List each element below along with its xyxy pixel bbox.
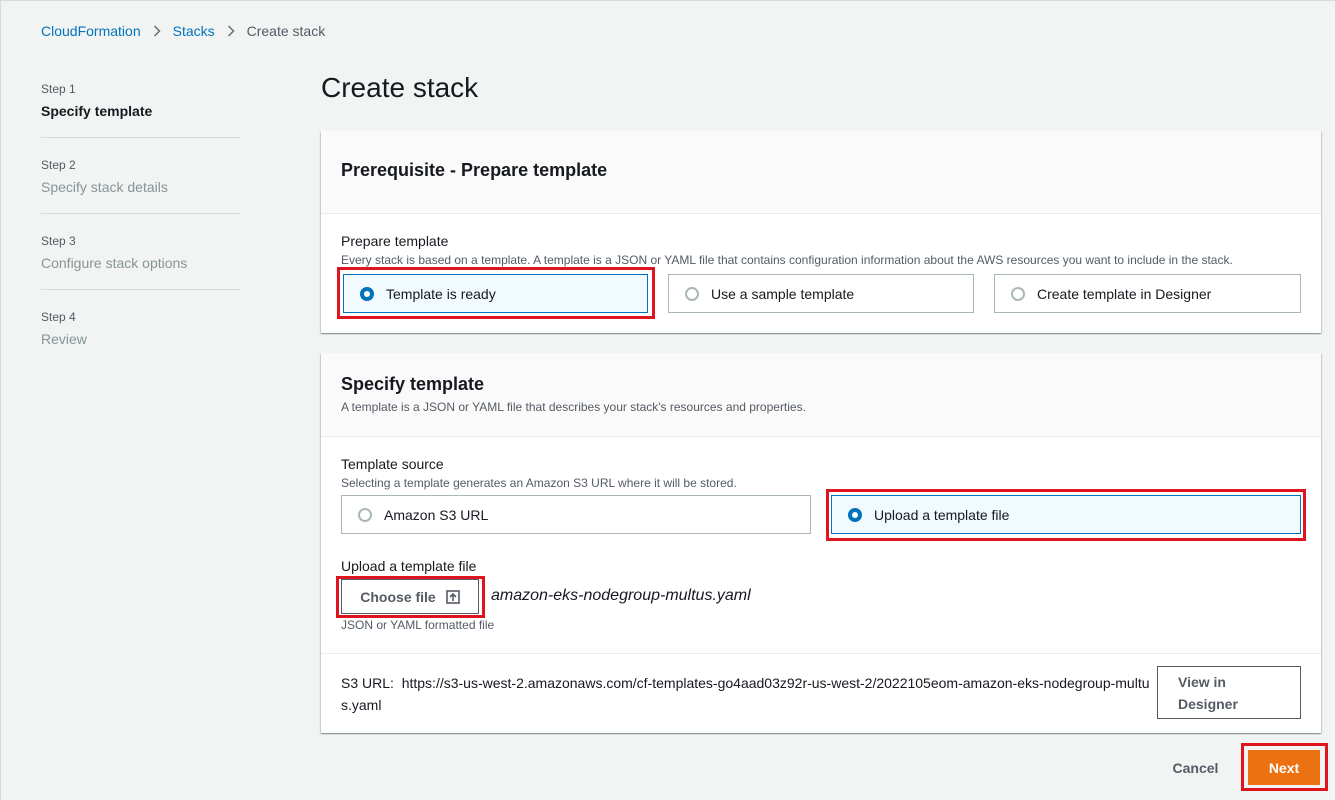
radio-selected-icon — [848, 507, 862, 522]
breadcrumb-current: Create stack — [246, 23, 326, 39]
panel-header: Specify template A template is a JSON or… — [321, 353, 1321, 437]
prepare-template-description: Every stack is based on a template. A te… — [341, 253, 1233, 267]
step-number: Step 3 — [41, 234, 76, 248]
step-2: Step 2 Specify stack details — [41, 156, 241, 214]
step-title: Review — [41, 331, 87, 347]
step-title: Configure stack options — [41, 255, 188, 271]
option-label: Create template in Designer — [1037, 285, 1212, 302]
template-source-description: Selecting a template generates an Amazon… — [341, 476, 737, 490]
wizard-steps: Step 1 Specify template Step 2 Specify s… — [41, 80, 241, 383]
prepare-template-label: Prepare template — [341, 233, 449, 249]
choose-file-button[interactable]: Choose file — [341, 579, 479, 614]
option-label: Template is ready — [386, 285, 496, 302]
amazon-s3-url-option[interactable]: Amazon S3 URL — [341, 495, 811, 534]
view-in-designer-label-line2: Designer — [1178, 696, 1238, 712]
template-source-label: Template source — [341, 456, 444, 472]
option-label: Upload a template file — [874, 506, 1010, 523]
panel-description: A template is a JSON or YAML file that d… — [341, 400, 806, 414]
step-title: Specify stack details — [41, 179, 168, 195]
breadcrumb: CloudFormation Stacks Create stack — [41, 23, 325, 39]
radio-unselected-icon — [685, 286, 699, 301]
s3-url-row: S3 URL: https://s3-us-west-2.amazonaws.c… — [321, 653, 1321, 733]
radio-unselected-icon — [358, 507, 372, 522]
use-sample-template-option[interactable]: Use a sample template — [668, 274, 974, 313]
view-in-designer-button[interactable]: View in Designer — [1157, 666, 1301, 719]
breadcrumb-stacks-link[interactable]: Stacks — [173, 23, 215, 39]
step-1: Step 1 Specify template — [41, 80, 241, 138]
panel-heading: Specify template — [341, 374, 485, 394]
s3-url-text: S3 URL: https://s3-us-west-2.amazonaws.c… — [341, 672, 1151, 716]
specify-template-panel: Specify template A template is a JSON or… — [321, 353, 1321, 733]
step-4: Step 4 Review — [41, 308, 241, 365]
option-label: Amazon S3 URL — [384, 506, 489, 523]
panel-header: Prerequisite - Prepare template — [321, 131, 1321, 214]
option-label: Use a sample template — [711, 285, 855, 302]
step-number: Step 1 — [41, 82, 76, 96]
chevron-right-icon — [153, 25, 161, 37]
next-button[interactable]: Next — [1248, 750, 1320, 785]
radio-unselected-icon — [1011, 286, 1025, 301]
upload-hint: JSON or YAML formatted file — [341, 618, 495, 632]
step-number: Step 4 — [41, 310, 76, 324]
page-title: Create stack — [321, 72, 479, 103]
upload-icon — [445, 589, 460, 604]
s3-url-label: S3 URL: — [341, 675, 394, 691]
cancel-button[interactable]: Cancel — [1158, 756, 1233, 780]
choose-file-label: Choose file — [360, 588, 436, 605]
template-is-ready-option[interactable]: Template is ready — [343, 274, 648, 313]
radio-selected-icon — [360, 286, 374, 301]
breadcrumb-cloudformation-link[interactable]: CloudFormation — [41, 23, 141, 39]
s3-url-value: https://s3-us-west-2.amazonaws.com/cf-te… — [341, 675, 1150, 713]
panel-heading: Prerequisite - Prepare template — [341, 160, 608, 180]
view-in-designer-label-line1: View in — [1178, 674, 1226, 690]
step-title: Specify template — [41, 103, 153, 119]
step-number: Step 2 — [41, 158, 76, 172]
create-template-in-designer-option[interactable]: Create template in Designer — [994, 274, 1301, 313]
selected-file-name: amazon-eks-nodegroup-multus.yaml — [491, 587, 751, 604]
chevron-right-icon — [227, 25, 235, 37]
upload-template-file-option[interactable]: Upload a template file — [831, 495, 1301, 534]
step-3: Step 3 Configure stack options — [41, 232, 241, 290]
upload-template-file-label: Upload a template file — [341, 558, 477, 574]
prerequisite-panel: Prerequisite - Prepare template Prepare … — [321, 131, 1321, 333]
